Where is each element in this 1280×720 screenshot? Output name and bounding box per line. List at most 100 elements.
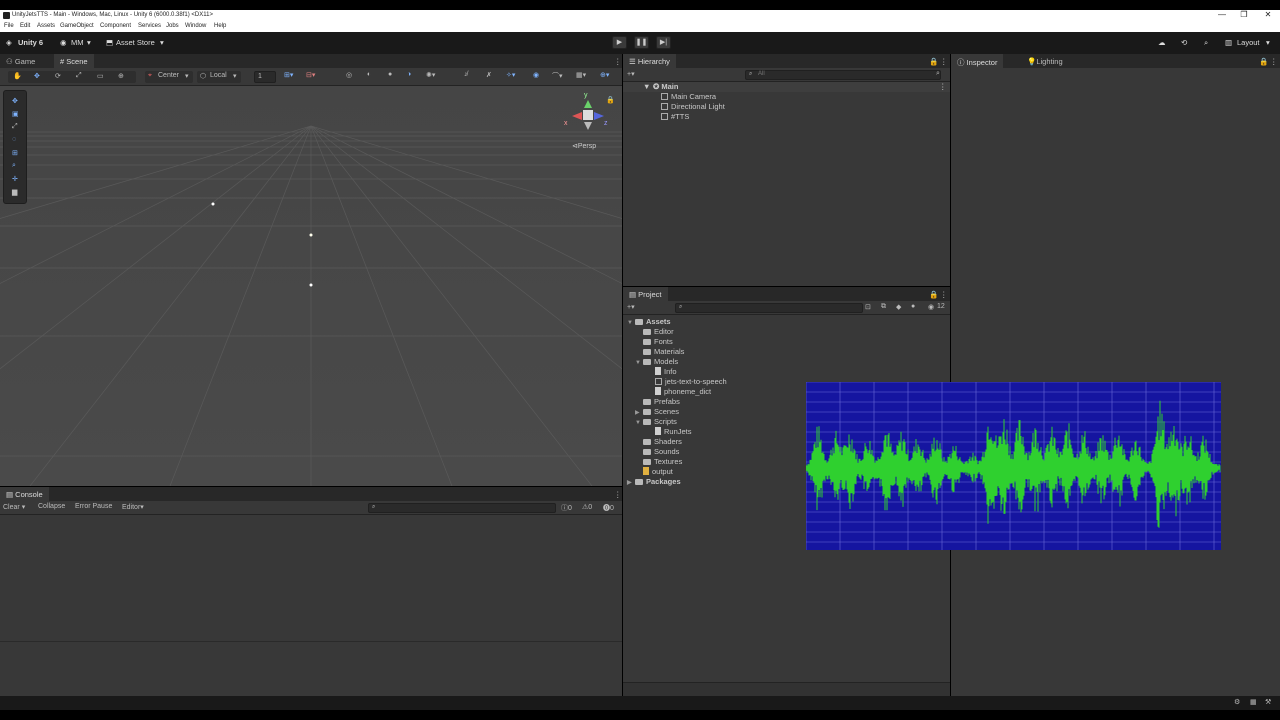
project-item[interactable]: phoneme_dict <box>647 387 711 396</box>
pan-tool-icon[interactable]: ✛ <box>12 175 18 183</box>
grid-toggle-icon[interactable]: ⊞▾ <box>284 71 293 79</box>
project-item[interactable]: Sounds <box>635 447 679 456</box>
favorite-icon[interactable]: ● <box>911 303 915 310</box>
project-item[interactable]: Textures <box>635 457 682 466</box>
asset-store-button[interactable]: Asset Store <box>116 38 155 47</box>
project-item[interactable]: ▼ Models <box>635 357 678 366</box>
project-search-input[interactable]: ⌕ <box>675 303 863 313</box>
debug-icon[interactable]: ⚙ <box>1234 698 1240 706</box>
editor-dropdown[interactable]: Editor▾ <box>122 503 144 511</box>
layers-icon[interactable]: ▦ <box>1250 698 1257 706</box>
gizmo-menu-icon[interactable]: ⊕▾ <box>600 71 609 79</box>
tab-lighting[interactable]: 💡Lighting <box>1021 54 1069 68</box>
search-tool-icon[interactable]: ⌕ <box>12 162 16 170</box>
2d-toggle-icon[interactable]: ◑ <box>407 71 411 78</box>
scale-tool-icon[interactable]: ⤢ <box>12 123 18 131</box>
maximize-button[interactable]: ❐ <box>1232 10 1256 19</box>
more-options-icon[interactable]: ⋮ <box>1264 54 1280 68</box>
scale-tool-icon[interactable]: ⤢ <box>76 72 82 80</box>
menu-assets[interactable]: Assets <box>37 23 55 29</box>
transform-tool-icon[interactable]: ⊕ <box>118 72 124 80</box>
menu-jobs[interactable]: Jobs <box>166 23 179 29</box>
rect-tool-icon[interactable]: ▭ <box>97 72 104 80</box>
orientation-gizmo[interactable]: 🔒 y x z ⊲Persp <box>560 90 616 150</box>
clear-button[interactable]: Clear ▾ <box>3 503 25 511</box>
project-item[interactable]: Fonts <box>635 337 673 346</box>
project-item[interactable]: output <box>635 467 673 476</box>
fx-toggle-icon[interactable]: ✗ <box>486 71 492 79</box>
project-item[interactable]: ▼ Scripts <box>635 417 677 426</box>
project-item[interactable]: Shaders <box>635 437 682 446</box>
cloud-icon[interactable]: ☁ <box>1158 38 1166 47</box>
expand-arrow-icon[interactable]: ▼ <box>635 420 643 426</box>
menu-services[interactable]: Services <box>138 23 161 29</box>
hand-tool-icon[interactable]: ✋ <box>13 72 22 80</box>
hierarchy-search-input[interactable]: ⌕ All <box>745 70 941 80</box>
hierarchy-item[interactable]: Directional Light <box>661 102 725 111</box>
expand-arrow-icon[interactable]: ▶ <box>635 409 643 416</box>
gizmos-icon[interactable]: ▦▾ <box>576 71 586 79</box>
project-item[interactable]: Materials <box>635 347 684 356</box>
hierarchy-item[interactable]: Main Camera <box>661 92 716 101</box>
scene-expand-arrow[interactable]: ▼ <box>643 82 650 91</box>
menu-gameobject[interactable]: GameObject <box>60 23 94 29</box>
camera-settings-icon[interactable]: ⌒▾ <box>552 71 563 81</box>
layout-dropdown[interactable]: Layout <box>1237 38 1260 47</box>
project-root[interactable]: ▼ Assets <box>627 317 671 326</box>
expand-arrow-icon[interactable]: ▼ <box>627 320 635 326</box>
menu-help[interactable]: Help <box>214 23 226 29</box>
search-by-label-icon[interactable]: ⧉ <box>881 303 886 311</box>
close-button[interactable]: ✕ <box>1256 10 1280 19</box>
move-tool-icon[interactable]: ✥ <box>34 72 40 80</box>
add-icon[interactable]: +▾ <box>627 70 635 78</box>
search-icon[interactable]: ⌕ <box>1204 38 1208 48</box>
camera-tool-icon[interactable]: ▆ <box>12 188 17 196</box>
play-button[interactable]: ▶ <box>612 36 627 49</box>
menu-file[interactable]: File <box>4 23 14 29</box>
move-tool-icon[interactable]: ✥ <box>12 97 18 105</box>
persp-label[interactable]: ⊲Persp <box>572 142 596 150</box>
project-item[interactable]: Prefabs <box>635 397 680 406</box>
tab-inspector[interactable]: ⓘ Inspector <box>951 54 1004 68</box>
audio-toggle-icon[interactable]: ♪̸ <box>464 71 468 78</box>
project-item[interactable]: Info <box>647 367 677 376</box>
collapse-toggle[interactable]: Collapse <box>38 503 65 510</box>
shaded-icon[interactable]: ◐ <box>367 71 371 78</box>
tag-icon[interactable]: ◆ <box>896 303 901 311</box>
search-by-type-icon[interactable]: ⊡ <box>865 303 871 311</box>
search-filter-icon[interactable]: ⌕ <box>936 70 940 78</box>
account-icon[interactable]: ◉ <box>60 38 67 47</box>
wireframe-icon[interactable]: ● <box>388 71 392 78</box>
packages-root[interactable]: ▶ Packages <box>627 477 681 486</box>
rotate-tool-icon[interactable]: ⟳ <box>55 72 61 80</box>
more-options-icon[interactable]: ⋮ <box>608 487 628 501</box>
project-item[interactable]: ▶ Scenes <box>635 407 679 416</box>
step-button[interactable]: ▶| <box>656 36 671 49</box>
visibility-icon[interactable]: ◉ <box>533 71 539 79</box>
rotate-tool-icon[interactable]: ◌ <box>12 136 16 143</box>
expand-arrow-icon[interactable]: ▼ <box>635 360 643 366</box>
error-count-toggle[interactable]: ⓿0 <box>603 503 614 513</box>
console-search-input[interactable]: ⌕ <box>368 503 556 513</box>
hierarchy-item[interactable]: #TTS <box>661 112 689 121</box>
account-dropdown[interactable]: MM <box>71 38 84 47</box>
more-options-icon[interactable]: ⋮ <box>934 287 954 301</box>
rect-tool-icon[interactable]: ▣ <box>12 110 19 118</box>
pivot-dropdown[interactable]: ⌖ Center ▾ <box>145 71 193 83</box>
draw-mode-icon[interactable]: ◎ <box>346 71 352 79</box>
more-options-icon[interactable]: ⋮ <box>939 82 947 91</box>
tab-scene[interactable]: # Scene <box>54 54 94 68</box>
tab-project[interactable]: ▤ Project <box>623 287 668 301</box>
effects-icon[interactable]: ✧▾ <box>506 71 515 79</box>
menu-edit[interactable]: Edit <box>20 23 30 29</box>
menu-component[interactable]: Component <box>100 23 131 29</box>
scene-viewport[interactable]: ✥ ▣ ⤢ ◌ ⊞ ⌕ ✛ ▆ 🔒 y x z ⊲Persp <box>0 86 622 486</box>
menu-window[interactable]: Window <box>185 23 206 29</box>
log-count-toggle[interactable]: ⓘ0 <box>561 503 572 513</box>
tab-console[interactable]: ▤ Console <box>0 487 49 501</box>
error-pause-toggle[interactable]: Error Pause <box>75 503 112 510</box>
project-item[interactable]: jets-text-to-speech <box>647 377 727 386</box>
snap-toggle-icon[interactable]: ⊟▾ <box>306 71 315 79</box>
lighting-toggle-icon[interactable]: ✺▾ <box>426 71 435 79</box>
history-icon[interactable]: ⟲ <box>1181 38 1187 47</box>
